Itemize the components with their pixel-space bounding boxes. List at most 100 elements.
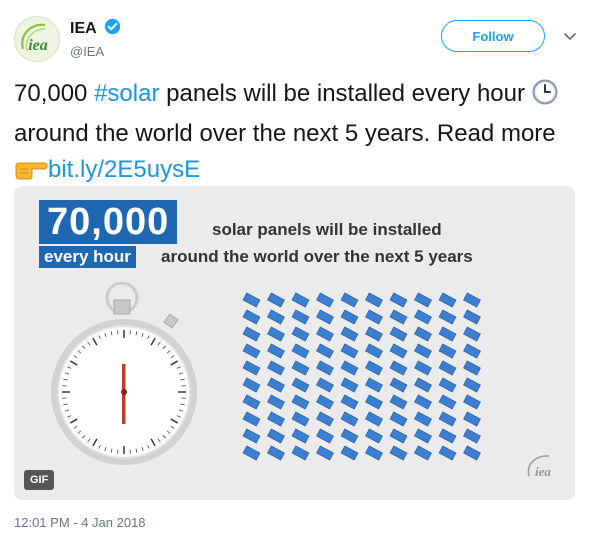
- solar-panel-icon: [389, 445, 408, 461]
- solar-panel-icon: [365, 309, 383, 325]
- solar-panel-icon: [316, 343, 334, 359]
- solar-panel-icon: [438, 394, 457, 410]
- solar-panel-icon: [316, 428, 334, 444]
- solar-panel-icon: [463, 445, 481, 461]
- solar-panel-icon: [291, 394, 310, 410]
- display-name[interactable]: IEA: [70, 20, 97, 38]
- solar-panel-icon: [389, 343, 408, 359]
- solar-panel-icon: [267, 411, 285, 427]
- solar-panel-icon: [242, 343, 261, 359]
- solar-panel-icon: [267, 428, 285, 444]
- solar-panel-icon: [463, 292, 481, 308]
- solar-panel-icon: [242, 326, 261, 342]
- solar-panel-icon: [242, 360, 261, 376]
- solar-panel-icon: [389, 411, 408, 427]
- hashtag-link[interactable]: #solar: [94, 80, 159, 107]
- solar-panel-icon: [291, 343, 310, 359]
- avatar[interactable]: iea: [14, 16, 60, 62]
- solar-panel-icon: [389, 360, 408, 376]
- avatar-text: iea: [28, 37, 48, 54]
- solar-panel-grid: [236, 290, 496, 475]
- iea-logo-icon: iea: [21, 23, 48, 54]
- solar-panel-icon: [389, 326, 408, 342]
- solar-panel-icon: [438, 326, 457, 342]
- watermark-text: iea: [535, 464, 551, 479]
- tweet-text-part: 70,000: [14, 80, 95, 107]
- solar-panel-icon: [389, 428, 408, 444]
- solar-panel-icon: [267, 394, 285, 410]
- solar-panel-icon: [316, 326, 334, 342]
- solar-panel-icon: [316, 292, 334, 308]
- solar-panel-icon: [340, 292, 359, 308]
- tweet-header: iea IEA @IEA Follow: [14, 12, 579, 64]
- solar-panel-icon: [365, 445, 383, 461]
- solar-panel-icon: [365, 343, 383, 359]
- solar-panel-icon: [414, 394, 432, 410]
- solar-panel-icon: [389, 292, 408, 308]
- solar-panel-icon: [365, 428, 383, 444]
- solar-panel-icon: [414, 309, 432, 325]
- solar-panel-icon: [463, 394, 481, 410]
- solar-panel-icon: [463, 360, 481, 376]
- solar-panel-icon: [267, 360, 285, 376]
- solar-panel-icon: [340, 326, 359, 342]
- solar-panel-icon: [365, 394, 383, 410]
- solar-panel-icon: [438, 411, 457, 427]
- solar-panel-icon: [291, 326, 310, 342]
- solar-panel-icon: [414, 377, 432, 393]
- solar-panel-icon: [438, 360, 457, 376]
- solar-panel-icon: [365, 292, 383, 308]
- solar-panel-icon: [242, 377, 261, 393]
- solar-panel-icon: [438, 428, 457, 444]
- solar-panel-icon: [463, 377, 481, 393]
- solar-panel-icon: [414, 292, 432, 308]
- solar-panel-icon: [365, 360, 383, 376]
- solar-panel-icon: [438, 309, 457, 325]
- stopwatch-illustration: [50, 281, 210, 473]
- solar-panel-icon: [340, 445, 359, 461]
- solar-panel-icon: [291, 292, 310, 308]
- solar-panel-icon: [365, 326, 383, 342]
- solar-panel-icon: [267, 326, 285, 342]
- solar-panel-icon: [389, 394, 408, 410]
- solar-panel-icon: [438, 445, 457, 461]
- headline-number: 70,000: [39, 200, 178, 244]
- solar-panel-icon: [267, 445, 285, 461]
- solar-panel-icon: [291, 428, 310, 444]
- solar-panel-icon: [291, 360, 310, 376]
- solar-panel-icon: [340, 343, 359, 359]
- solar-panel-icon: [291, 377, 310, 393]
- tweet-text-part: panels will be installed every hour: [159, 80, 532, 107]
- solar-panel-icon: [463, 343, 481, 359]
- solar-panel-icon: [340, 360, 359, 376]
- solar-panel-icon: [242, 411, 261, 427]
- chevron-down-icon[interactable]: [563, 29, 577, 47]
- headline-line1: solar panels will be installed: [212, 220, 442, 239]
- solar-panel-icon: [414, 445, 432, 461]
- solar-panel-icon: [316, 360, 334, 376]
- user-handle[interactable]: @IEA: [70, 44, 121, 59]
- solar-panel-icon: [242, 428, 261, 444]
- solar-panel-icon: [414, 343, 432, 359]
- solar-panel-icon: [340, 394, 359, 410]
- solar-panel-icon: [291, 445, 310, 461]
- solar-panel-icon: [389, 377, 408, 393]
- solar-panel-icon: [365, 411, 383, 427]
- solar-panel-icon: [414, 326, 432, 342]
- read-more-link[interactable]: bit.ly/2E5uysE: [48, 156, 200, 183]
- solar-panel-icon: [267, 343, 285, 359]
- tweet-timestamp[interactable]: 12:01 PM - 4 Jan 2018: [14, 515, 146, 530]
- solar-panel-icon: [438, 343, 457, 359]
- tweet-text-part: around the world over the next 5 years. …: [14, 120, 556, 147]
- solar-panel-icon: [438, 377, 457, 393]
- follow-button[interactable]: Follow: [441, 20, 545, 52]
- solar-panel-icon: [463, 428, 481, 444]
- headline-line2: around the world over the next 5 years: [161, 247, 473, 266]
- user-name-block: IEA @IEA: [70, 18, 121, 59]
- solar-panel-icon: [316, 377, 334, 393]
- solar-panel-icon: [365, 377, 383, 393]
- solar-panel-icon: [316, 445, 334, 461]
- solar-panel-icon: [414, 411, 432, 427]
- solar-panel-icon: [463, 309, 481, 325]
- media-gif[interactable]: 70,000 solar panels will be installed ev…: [14, 186, 575, 500]
